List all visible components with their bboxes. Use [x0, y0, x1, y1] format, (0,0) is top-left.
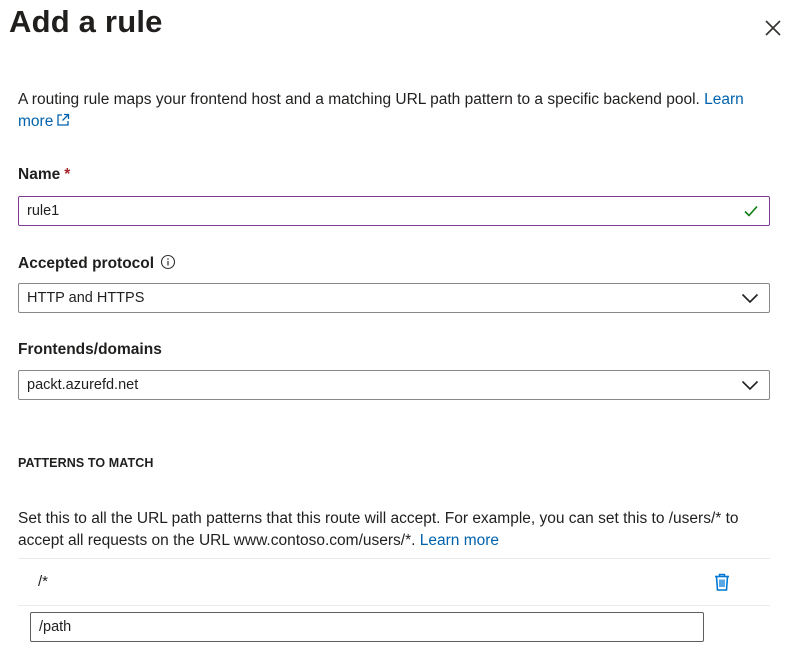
description-text: A routing rule maps your frontend host a… — [18, 91, 700, 108]
info-icon[interactable] — [160, 254, 176, 270]
name-field[interactable]: rule1 — [18, 196, 770, 226]
patterns-help: Set this to all the URL path patterns th… — [18, 508, 778, 552]
frontends-dropdown[interactable]: packt.azurefd.net — [18, 370, 770, 400]
patterns-help-text: Set this to all the URL path patterns th… — [18, 510, 739, 549]
protocol-value: HTTP and HTTPS — [27, 290, 145, 306]
chevron-down-icon — [741, 293, 759, 304]
delete-icon[interactable] — [712, 572, 732, 592]
patterns-section-title: PATTERNS TO MATCH — [18, 456, 154, 470]
pattern-row: /* — [18, 558, 770, 606]
external-link-icon — [57, 113, 70, 126]
new-pattern-value: /path — [39, 619, 72, 635]
protocol-label: Accepted protocol — [18, 254, 176, 273]
pattern-value: /* — [38, 573, 49, 590]
new-pattern-input[interactable]: /path — [30, 612, 704, 642]
protocol-dropdown[interactable]: HTTP and HTTPS — [18, 283, 770, 313]
required-marker: * — [64, 166, 71, 183]
description: A routing rule maps your frontend host a… — [18, 89, 748, 133]
close-icon[interactable] — [763, 18, 783, 38]
checkmark-icon — [744, 205, 758, 217]
panel-title: Add a rule — [9, 4, 163, 39]
patterns-learn-more-link[interactable]: Learn more — [420, 532, 499, 549]
name-label: Name * — [18, 166, 71, 183]
frontends-label: Frontends/domains — [18, 341, 162, 358]
frontends-value: packt.azurefd.net — [27, 377, 139, 393]
chevron-down-icon — [741, 380, 759, 391]
name-value: rule1 — [27, 203, 60, 219]
